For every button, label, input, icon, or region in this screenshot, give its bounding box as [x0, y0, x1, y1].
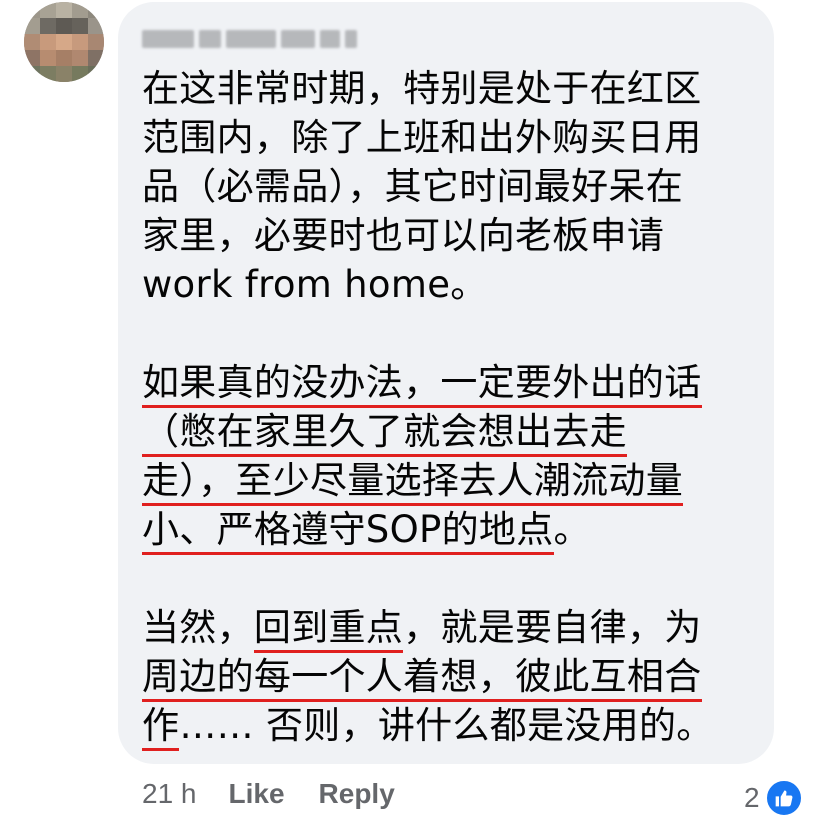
underlined-text: 走），至少尽量选择去人潮流动量 — [142, 459, 683, 506]
comment-line: 如果真的没办法，一定要外出的话 — [142, 358, 760, 408]
avatar-pixel — [40, 34, 56, 50]
comment-line: 作…… 否则，讲什么都是没用的。 — [142, 701, 760, 751]
blurred-name-part — [320, 30, 340, 48]
avatar-pixel — [24, 50, 40, 66]
avatar-pixel — [72, 2, 88, 18]
thumbs-up-glyph — [775, 790, 793, 807]
avatar-pixel — [56, 50, 72, 66]
avatar-pixel — [72, 34, 88, 50]
avatar-pixel — [24, 2, 40, 18]
author-name-blurred[interactable] — [142, 30, 357, 48]
avatar-pixel — [56, 66, 72, 82]
avatar-pixel — [88, 18, 104, 34]
comment-line: 在这非常时期，特别是处于在红区 — [142, 67, 702, 110]
reaction-count: 2 — [744, 782, 760, 813]
comment-actions: 21 h Like Reply — [142, 778, 429, 810]
comment-line: 周边的每一个人着想，彼此互相合 — [142, 652, 760, 702]
underlined-text: （憋在家里久了就会想出去走 — [142, 410, 627, 457]
comment-text: 在这非常时期，特别是处于在红区 范围内，除了上班和出外购买日用 品（必需品），其… — [142, 64, 760, 751]
reply-button[interactable]: Reply — [319, 778, 395, 810]
blurred-name-part — [199, 30, 221, 48]
timestamp-link[interactable]: 21 h — [142, 778, 197, 810]
avatar-pixel — [24, 66, 40, 82]
comment-line: （憋在家里久了就会想出去走 — [142, 407, 760, 457]
comment-line: 小、严格遵守SOP的地点。 — [142, 505, 760, 555]
comment-line: 家里，必要时也可以向老板申请 — [142, 214, 665, 257]
reaction-summary[interactable]: 2 — [744, 778, 804, 818]
avatar-pixel — [88, 66, 104, 82]
comment-line: 品（必需品），其它时间最好呆在 — [142, 165, 683, 208]
avatar-pixel — [40, 50, 56, 66]
blurred-name-part — [142, 30, 194, 48]
avatar-pixel — [56, 34, 72, 50]
comment-line: work from home。 — [142, 263, 488, 306]
comment-line: 当然，回到重点，就是要自律，为 — [142, 603, 760, 653]
underlined-text: 小、严格遵守SOP的地点 — [142, 508, 554, 555]
blurred-name-part — [226, 30, 276, 48]
avatar-pixel — [56, 18, 72, 34]
comment-text-segment: ，就是要自律，为 — [403, 606, 702, 649]
underlined-text: 周边的每一个人着想，彼此互相合 — [142, 655, 702, 702]
avatar-pixel — [72, 66, 88, 82]
underlined-text: 作 — [142, 704, 180, 751]
avatar-pixel — [88, 2, 104, 18]
comment-line: 走），至少尽量选择去人潮流动量 — [142, 456, 760, 506]
avatar-pixel — [72, 18, 88, 34]
avatar-pixel — [24, 18, 40, 34]
avatar-pixel — [88, 34, 104, 50]
comment-line: 范围内，除了上班和出外购买日用 — [142, 116, 702, 159]
avatar-pixel — [40, 66, 56, 82]
blurred-name-part — [281, 30, 315, 48]
comment-text-tail: …… 否则，讲什么都是没用的。 — [179, 704, 714, 747]
comment-text-segment: 当然， — [142, 606, 254, 649]
comment-text-tail: 。 — [553, 508, 591, 551]
avatar[interactable] — [24, 2, 104, 82]
avatar-pixel — [40, 18, 56, 34]
blurred-name-part — [345, 30, 357, 48]
like-button[interactable]: Like — [229, 778, 285, 810]
avatar-pixel — [24, 34, 40, 50]
avatar-pixel — [56, 2, 72, 18]
underlined-text: 如果真的没办法，一定要外出的话 — [142, 361, 702, 408]
underlined-text: 回到重点 — [253, 606, 404, 653]
avatar-pixel — [40, 2, 56, 18]
avatar-pixel — [88, 50, 104, 66]
avatar-pixel — [72, 50, 88, 66]
thumbs-up-icon — [763, 778, 804, 818]
